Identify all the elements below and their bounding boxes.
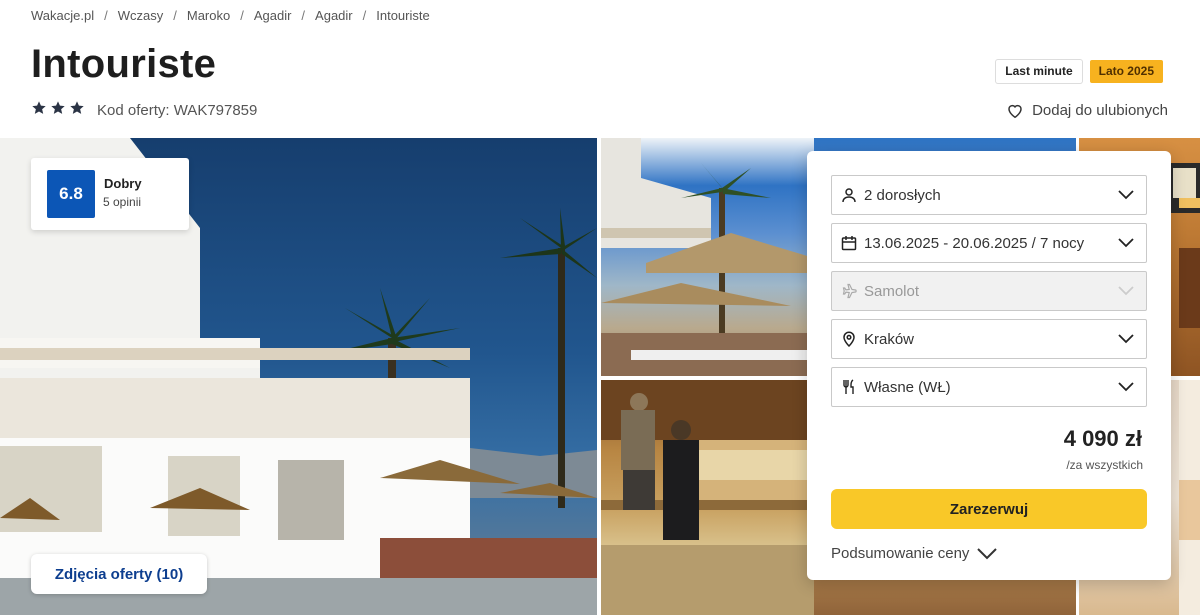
guests-select[interactable]: 2 dorosłych <box>831 175 1147 215</box>
breadcrumb-item[interactable]: Wczasy <box>118 8 164 23</box>
add-to-favorites-button[interactable]: Dodaj do ulubionych <box>1006 102 1168 119</box>
dates-select[interactable]: 13.06.2025 - 20.06.2025 / 7 nocy <box>831 223 1147 263</box>
breadcrumb-separator: / <box>104 8 108 23</box>
departure-value: Kraków <box>864 330 915 348</box>
chevron-down-icon <box>1106 319 1146 359</box>
hotel-stars <box>31 100 85 116</box>
total-price: 4 090 zł <box>1063 426 1142 451</box>
star-icon <box>51 101 65 114</box>
gallery-thumbnail[interactable] <box>601 380 814 615</box>
guests-value: 2 dorosłych <box>864 186 941 204</box>
breadcrumb-item[interactable]: Maroko <box>187 8 230 23</box>
breadcrumb-item[interactable]: Wakacje.pl <box>31 8 94 23</box>
breadcrumb-separator: / <box>301 8 306 23</box>
reception-image <box>601 380 814 615</box>
price-summary-toggle[interactable]: Podsumowanie ceny <box>831 545 998 562</box>
breadcrumb-separator: / <box>362 8 367 23</box>
chevron-down-icon <box>977 547 998 559</box>
main-hotel-photo[interactable]: 6.8 Dobry 5 opinii Zdjęcia oferty (10) <box>0 138 597 615</box>
chevron-down-icon <box>1106 175 1146 215</box>
rating-card[interactable]: 6.8 Dobry 5 opinii <box>31 158 189 230</box>
offer-tags: Last minute Lato 2025 <box>996 60 1163 84</box>
star-icon <box>70 101 84 114</box>
calendar-icon <box>840 234 858 252</box>
price-note: /za wszystkich <box>1066 458 1143 472</box>
rating-count[interactable]: 5 opinii <box>103 195 141 209</box>
heart-icon <box>1008 104 1022 119</box>
rating-score: 6.8 <box>47 170 95 218</box>
breadcrumb-separator: / <box>240 8 244 23</box>
add-to-favorites-label: Dodaj do ulubionych <box>1032 102 1168 119</box>
board-value: Własne (WŁ) <box>864 378 951 396</box>
reserve-button[interactable]: Zarezerwuj <box>831 489 1147 529</box>
user-icon <box>840 186 858 204</box>
booking-panel: 2 dorosłych 13.06.2025 - 20.06.2025 / 7 … <box>807 151 1171 580</box>
departure-select[interactable]: Kraków <box>831 319 1147 359</box>
last-minute-badge: Last minute <box>996 60 1082 84</box>
plane-icon <box>840 282 858 300</box>
hotel-title: Intouriste <box>31 42 217 86</box>
rating-label: Dobry <box>104 176 142 191</box>
chevron-down-icon <box>1106 223 1146 263</box>
chevron-down-icon <box>1106 271 1146 311</box>
season-badge: Lato 2025 <box>1089 60 1163 84</box>
chevron-down-icon <box>1106 367 1146 407</box>
breadcrumb-current: Intouriste <box>376 8 430 23</box>
transport-value: Samolot <box>864 282 920 300</box>
breadcrumb-item[interactable]: Agadir <box>315 8 353 23</box>
pool-bar-image <box>601 138 814 376</box>
breadcrumb-item[interactable]: Agadir <box>254 8 292 23</box>
gallery-thumbnail[interactable] <box>601 138 814 376</box>
star-icon <box>32 101 46 114</box>
board-select[interactable]: Własne (WŁ) <box>831 367 1147 407</box>
dates-value: 13.06.2025 - 20.06.2025 / 7 nocy <box>864 234 1085 252</box>
price-summary-label: Podsumowanie ceny <box>831 545 970 562</box>
cutlery-icon <box>840 378 858 396</box>
breadcrumb-separator: / <box>173 8 177 23</box>
breadcrumb: Wakacje.pl / Wczasy / Maroko / Agadir / … <box>31 8 430 23</box>
transport-select: Samolot <box>831 271 1147 311</box>
offer-photos-button[interactable]: Zdjęcia oferty (10) <box>31 554 207 594</box>
offer-code: Kod oferty: WAK797859 <box>97 102 258 119</box>
location-pin-icon <box>840 330 858 348</box>
